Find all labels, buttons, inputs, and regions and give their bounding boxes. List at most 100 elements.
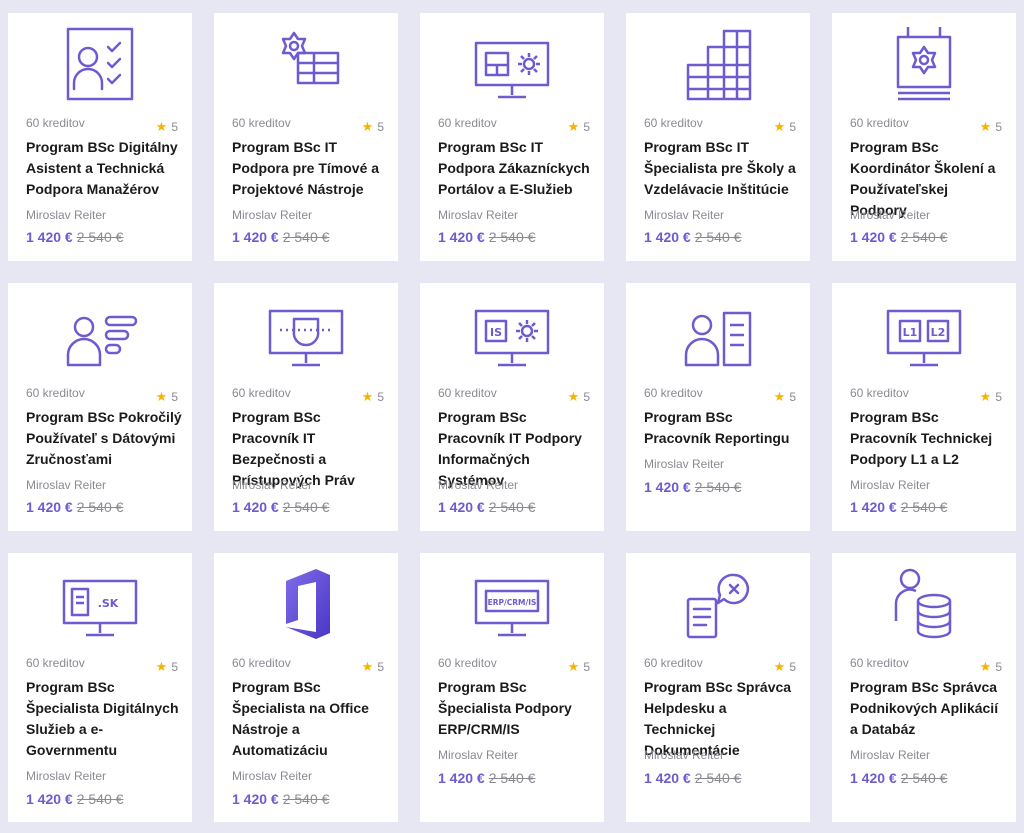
author-name: Miroslav Reiter <box>850 478 931 492</box>
price: 1 420 €2 540 € <box>232 791 329 807</box>
credits-label: 60 kreditov <box>26 656 85 670</box>
price-original: 2 540 € <box>694 229 742 245</box>
price-original: 2 540 € <box>488 229 536 245</box>
rating-value: 5 <box>789 660 796 674</box>
rating: ★ 5 <box>156 659 178 675</box>
course-card[interactable]: 60 kreditov ★ 5 Program BSc IT Špecialista… <box>626 13 810 261</box>
rating-value: 5 <box>583 660 590 674</box>
rating: ★ 5 <box>980 389 1002 405</box>
star-icon: ★ <box>979 119 992 134</box>
price-current: 1 420 € <box>850 229 897 245</box>
course-title[interactable]: Program BSc Špecialista Digitálnych Služ… <box>26 677 182 761</box>
icon-text: ERP/CRM/IS <box>488 598 537 607</box>
rating: ★ 5 <box>362 119 384 135</box>
credits-label: 60 kreditov <box>438 116 497 130</box>
monitor-gear-icon <box>462 25 562 103</box>
course-card[interactable]: ERP/CRM/IS 60 kreditov ★ 5 Program BSc Špe… <box>420 553 604 822</box>
rating-value: 5 <box>171 390 178 404</box>
price-current: 1 420 € <box>850 499 897 515</box>
price-original: 2 540 € <box>488 770 536 786</box>
price-current: 1 420 € <box>644 770 691 786</box>
star-icon: ★ <box>979 659 992 674</box>
gear-table-icon <box>256 25 356 103</box>
course-title[interactable]: Program BSc IT Podpora pre Tímové a Proj… <box>232 137 388 200</box>
course-card[interactable]: 60 kreditov ★ 5 Program BSc IT Podpora pre… <box>214 13 398 261</box>
author-name: Miroslav Reiter <box>26 769 107 783</box>
course-title[interactable]: Program BSc Pokročilý Používateľ s Dátov… <box>26 407 182 470</box>
rating: ★ 5 <box>980 659 1002 675</box>
checklist-person-icon <box>50 25 150 103</box>
price: 1 420 €2 540 € <box>26 499 123 515</box>
person-bars-icon <box>50 295 150 373</box>
star-icon: ★ <box>361 119 374 134</box>
course-card[interactable]: 60 kreditov ★ 5 Program BSc Správca Helpde… <box>626 553 810 822</box>
course-title[interactable]: Program BSc Digitálny Asistent a Technic… <box>26 137 182 200</box>
rating-value: 5 <box>995 120 1002 134</box>
rating-value: 5 <box>995 390 1002 404</box>
course-card[interactable]: 60 kreditov ★ 5 Program BSc Digitálny Asis… <box>8 13 192 261</box>
price-original: 2 540 € <box>76 791 124 807</box>
price-current: 1 420 € <box>232 229 279 245</box>
course-title[interactable]: Program BSc Pracovník Reportingu <box>644 407 800 449</box>
course-card[interactable]: 60 kreditov ★ 5 Program BSc Špecialista na… <box>214 553 398 822</box>
price: 1 420 €2 540 € <box>232 229 329 245</box>
rating: ★ 5 <box>980 119 1002 135</box>
price: 1 420 €2 540 € <box>438 770 535 786</box>
credits-label: 60 kreditov <box>232 116 291 130</box>
course-card[interactable]: 60 kreditov ★ 5 Program BSc Pracovník Repo… <box>626 283 810 531</box>
monitor-is-gear-icon: IS <box>462 295 562 373</box>
price-current: 1 420 € <box>26 499 73 515</box>
price-current: 1 420 € <box>232 791 279 807</box>
monitor-sk-icon: .SK <box>50 565 150 643</box>
rating: ★ 5 <box>568 659 590 675</box>
rating-value: 5 <box>789 390 796 404</box>
author-name: Miroslav Reiter <box>438 748 519 762</box>
credits-label: 60 kreditov <box>644 116 703 130</box>
credits-label: 60 kreditov <box>644 656 703 670</box>
star-icon: ★ <box>567 119 580 134</box>
course-title[interactable]: Program BSc IT Podpora Zákazníckych Port… <box>438 137 594 200</box>
person-document-icon <box>668 295 768 373</box>
star-icon: ★ <box>361 389 374 404</box>
rating: ★ 5 <box>774 659 796 675</box>
author-name: Miroslav Reiter <box>438 478 519 492</box>
course-card[interactable]: 60 kreditov ★ 5 Program BSc Pracovník IT B… <box>214 283 398 531</box>
price-original: 2 540 € <box>900 770 948 786</box>
author-name: Miroslav Reiter <box>232 769 313 783</box>
star-icon: ★ <box>773 659 786 674</box>
course-card[interactable]: 60 kreditov ★ 5 Program BSc Koordinátor Šk… <box>832 13 1016 261</box>
course-card[interactable]: L1 L2 60 kreditov ★ 5 Program BSc Pracovní… <box>832 283 1016 531</box>
course-title[interactable]: Program BSc Pracovník Technickej Podpory… <box>850 407 1006 470</box>
price: 1 420 €2 540 € <box>644 479 741 495</box>
author-name: Miroslav Reiter <box>850 748 931 762</box>
price-original: 2 540 € <box>694 479 742 495</box>
course-card[interactable]: 60 kreditov ★ 5 Program BSc IT Podpora Zák… <box>420 13 604 261</box>
course-card[interactable]: .SK 60 kreditov ★ 5 Program BSc Špecialist… <box>8 553 192 822</box>
price: 1 420 €2 540 € <box>232 499 329 515</box>
star-icon: ★ <box>979 389 992 404</box>
price-current: 1 420 € <box>438 499 485 515</box>
price-current: 1 420 € <box>26 791 73 807</box>
credits-label: 60 kreditov <box>26 386 85 400</box>
author-name: Miroslav Reiter <box>438 208 519 222</box>
rating: ★ 5 <box>362 389 384 405</box>
author-name: Miroslav Reiter <box>644 748 725 762</box>
rating-value: 5 <box>995 660 1002 674</box>
price: 1 420 €2 540 € <box>26 229 123 245</box>
credits-label: 60 kreditov <box>850 116 909 130</box>
course-title[interactable]: Program BSc Špecialista na Office Nástro… <box>232 677 388 761</box>
credits-label: 60 kreditov <box>232 386 291 400</box>
price: 1 420 €2 540 € <box>850 770 947 786</box>
credits-label: 60 kreditov <box>438 656 497 670</box>
course-title[interactable]: Program BSc IT Špecialista pre Školy a V… <box>644 137 800 200</box>
price-current: 1 420 € <box>438 229 485 245</box>
course-card[interactable]: 60 kreditov ★ 5 Program BSc Pokročilý Použ… <box>8 283 192 531</box>
course-title[interactable]: Program BSc Špecialista Podpory ERP/CRM/… <box>438 677 594 740</box>
course-card[interactable]: 60 kreditov ★ 5 Program BSc Správca Podnik… <box>832 553 1016 822</box>
course-title[interactable]: Program BSc Správca Podnikových Aplikáci… <box>850 677 1006 740</box>
price-current: 1 420 € <box>26 229 73 245</box>
author-name: Miroslav Reiter <box>232 208 313 222</box>
price-original: 2 540 € <box>694 770 742 786</box>
course-card[interactable]: IS 60 kreditov ★ 5 Program BSc Pracovník I… <box>420 283 604 531</box>
monitor-l1-l2-icon: L1 L2 <box>874 295 974 373</box>
